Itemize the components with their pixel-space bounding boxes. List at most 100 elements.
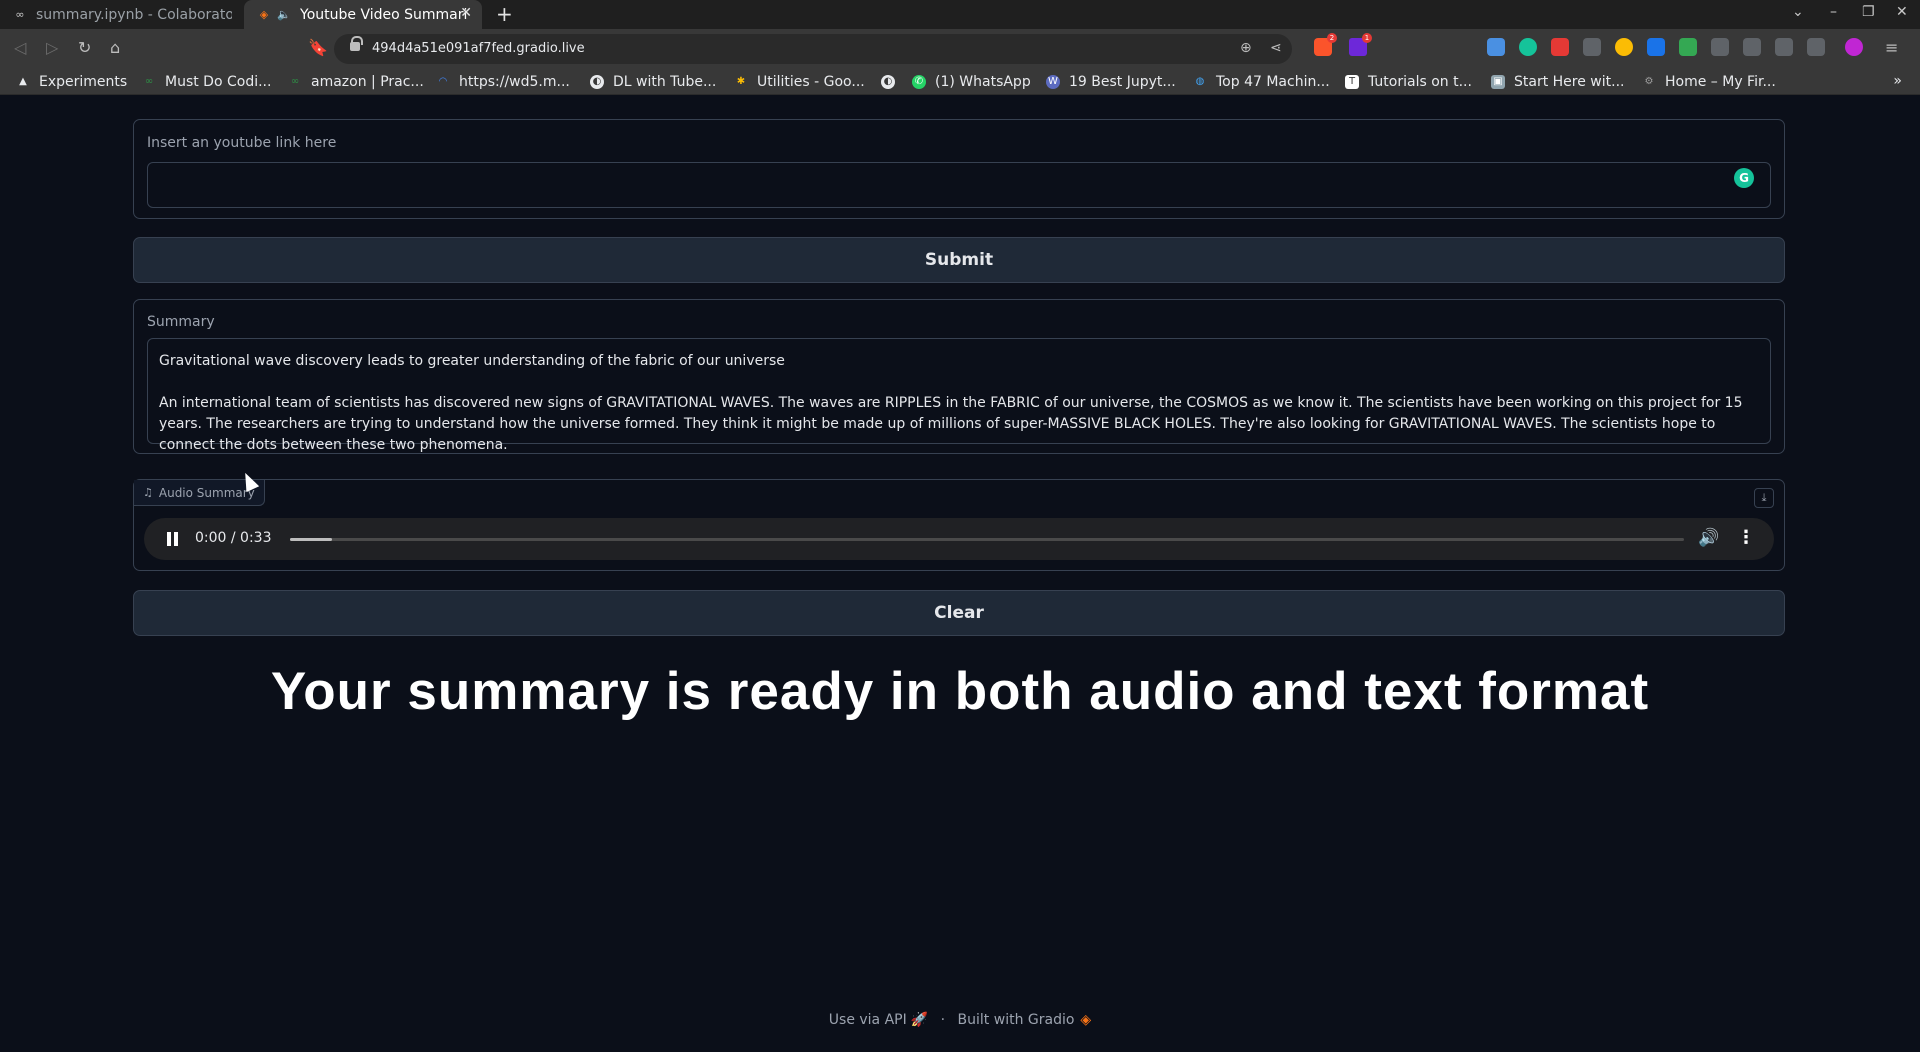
colab-icon: ∞ [15, 8, 25, 21]
bookmark-item[interactable]: ▲ Experiments [16, 72, 127, 92]
site-icon: T [1345, 75, 1359, 89]
globe-icon: ◐ [590, 75, 604, 89]
built-with-gradio-link[interactable]: Built with Gradio [958, 1012, 1075, 1028]
address-url[interactable]: 494d4a51e091af7fed.gradio.live [372, 41, 585, 56]
bookmark-label: Start Here wit... [1514, 74, 1625, 90]
bookmark-label: DL with Tube... [613, 74, 717, 90]
loading-icon: ◠ [438, 76, 448, 87]
rocket-icon: 🚀 [910, 1012, 929, 1028]
wallet-icon[interactable] [1807, 38, 1825, 56]
bookmark-item[interactable]: ◐ [881, 72, 904, 92]
extension-icon[interactable] [1615, 38, 1633, 56]
bookmark-item[interactable]: ◍ Top 47 Machin... [1193, 72, 1330, 92]
back-icon[interactable]: ◁ [14, 38, 26, 57]
bookmark-label: amazon | Prac... [311, 74, 424, 90]
browser-toolbar: ◁ ▷ ↻ ⌂ 🔖 494d4a51e091af7fed.gradio.live… [0, 29, 1920, 69]
extension-icon[interactable] [1551, 38, 1569, 56]
gradio-footer: Use via API 🚀 · Built with Gradio ◈ [0, 1012, 1920, 1028]
audio-progress-fill [290, 538, 332, 541]
bookmark-item[interactable]: T Tutorials on t... [1345, 72, 1472, 92]
audio-summary-label: Audio Summary [158, 485, 255, 500]
extension-icon[interactable] [1583, 38, 1601, 56]
audio-time: 0:00 / 0:33 [195, 530, 272, 546]
tab-colab[interactable]: ∞ summary.ipynb - Colaboratory [0, 0, 242, 29]
tab-title: Youtube Video Summarizer [300, 6, 468, 23]
gradio-app: Insert an youtube link here G Submit Sum… [0, 95, 1920, 1052]
bookmark-item[interactable]: ∞ Must Do Codi... [142, 72, 272, 92]
more-options-icon[interactable]: ⋮ [1737, 527, 1755, 548]
rewards-badge: 1 [1362, 33, 1372, 43]
use-via-api-link[interactable]: Use via API [829, 1012, 907, 1028]
audio-player: 0:00 / 0:33 🔊 ⋮ [144, 518, 1774, 560]
submit-button[interactable]: Submit [133, 237, 1785, 283]
site-icon: ▣ [1491, 75, 1505, 89]
close-window-icon[interactable]: ✕ [1896, 4, 1908, 20]
menu-icon[interactable]: ≡ [1885, 38, 1898, 57]
clear-button[interactable]: Clear [133, 590, 1785, 636]
gfg-icon: ∞ [144, 76, 154, 87]
bookmark-item[interactable]: W 19 Best Jupyt... [1046, 72, 1176, 92]
bookmark-item[interactable]: ⚙ Home – My Fir... [1642, 72, 1776, 92]
media-icon[interactable] [1743, 38, 1761, 56]
pause-icon[interactable] [165, 531, 179, 547]
music-note-icon: ♫ [143, 486, 153, 499]
extension-icon[interactable] [1679, 38, 1697, 56]
avatar[interactable] [1845, 38, 1863, 56]
extensions-puzzle-icon[interactable] [1711, 38, 1729, 56]
lock-icon [350, 36, 363, 53]
whatsapp-icon: ✆ [912, 75, 926, 89]
gradio-logo-icon: ◈ [1080, 1012, 1092, 1028]
summary-body: An international team of scientists has … [159, 395, 1743, 453]
summary-textbox[interactable]: Gravitational wave discovery leads to gr… [147, 338, 1771, 453]
bookmark-icon[interactable]: 🔖 [308, 38, 328, 57]
download-icon[interactable]: ⤓ [1754, 488, 1774, 508]
site-icon: W [1046, 75, 1060, 89]
minimize-icon[interactable]: – [1830, 4, 1837, 20]
gfg-icon: ∞ [290, 76, 300, 87]
gradio-icon: ◈ [259, 8, 269, 21]
overlay-caption: Your summary is ready in both audio and … [270, 662, 1650, 721]
sidebar-icon[interactable] [1775, 38, 1793, 56]
home-icon[interactable]: ⌂ [110, 38, 120, 57]
volume-icon[interactable]: 🔊 [1698, 528, 1719, 548]
translate-icon[interactable] [1647, 38, 1665, 56]
tab-title: summary.ipynb - Colaboratory [36, 6, 232, 23]
new-tab-button[interactable]: + [496, 2, 513, 26]
audio-seek-bar[interactable] [290, 538, 1684, 541]
screenshot-extension-icon[interactable] [1487, 38, 1505, 56]
bookmark-item[interactable]: ◠ https://wd5.m... [436, 72, 570, 92]
bookmarks-overflow-button[interactable]: » [1893, 73, 1902, 89]
zoom-icon[interactable]: ⊕ [1240, 40, 1252, 56]
bookmark-label: 19 Best Jupyt... [1069, 74, 1176, 90]
grammarly-extension-icon[interactable] [1519, 38, 1537, 56]
bookmarks-bar: ▲ Experiments ∞ Must Do Codi... ∞ amazon… [0, 69, 1920, 95]
bookmark-item[interactable]: ✱ Utilities - Goo... [734, 72, 865, 92]
bookmark-label: https://wd5.m... [459, 74, 570, 90]
share-icon[interactable]: ⋖ [1270, 40, 1282, 56]
bookmark-item[interactable]: ✆ (1) WhatsApp [912, 72, 1031, 92]
tab-search-icon[interactable]: ⌄ [1792, 4, 1804, 20]
site-icon: ◍ [1195, 76, 1205, 87]
bookmark-label: Home – My Fir... [1665, 74, 1776, 90]
youtube-link-block: Insert an youtube link here G [133, 119, 1785, 219]
grammarly-icon[interactable]: G [1734, 168, 1754, 188]
bookmark-label: Tutorials on t... [1368, 74, 1472, 90]
summary-headline: Gravitational wave discovery leads to gr… [159, 353, 785, 369]
close-tab-icon[interactable]: ✕ [460, 5, 472, 21]
bookmark-label: Experiments [39, 74, 128, 90]
address-bar[interactable]: 494d4a51e091af7fed.gradio.live ⊕ ⋖ [334, 34, 1292, 64]
bookmark-item[interactable]: ∞ amazon | Prac... [288, 72, 424, 92]
reload-icon[interactable]: ↻ [78, 38, 91, 57]
youtube-link-label: Insert an youtube link here [147, 135, 337, 151]
footer-separator: · [940, 1012, 946, 1028]
photos-icon: ✱ [736, 76, 746, 87]
summary-block: Summary Gravitational wave discovery lea… [133, 299, 1785, 454]
summary-label: Summary [147, 314, 215, 330]
tab-summarizer[interactable]: ◈ 🔈 Youtube Video Summarizer ✕ [244, 0, 482, 29]
youtube-link-input[interactable]: G [147, 162, 1771, 208]
bookmark-item[interactable]: ▣ Start Here wit... [1491, 72, 1624, 92]
bookmark-label: Top 47 Machin... [1216, 74, 1330, 90]
maximize-icon[interactable]: ❐ [1862, 4, 1875, 20]
bookmark-item[interactable]: ◐ DL with Tube... [590, 72, 716, 92]
forward-icon[interactable]: ▷ [46, 38, 58, 57]
